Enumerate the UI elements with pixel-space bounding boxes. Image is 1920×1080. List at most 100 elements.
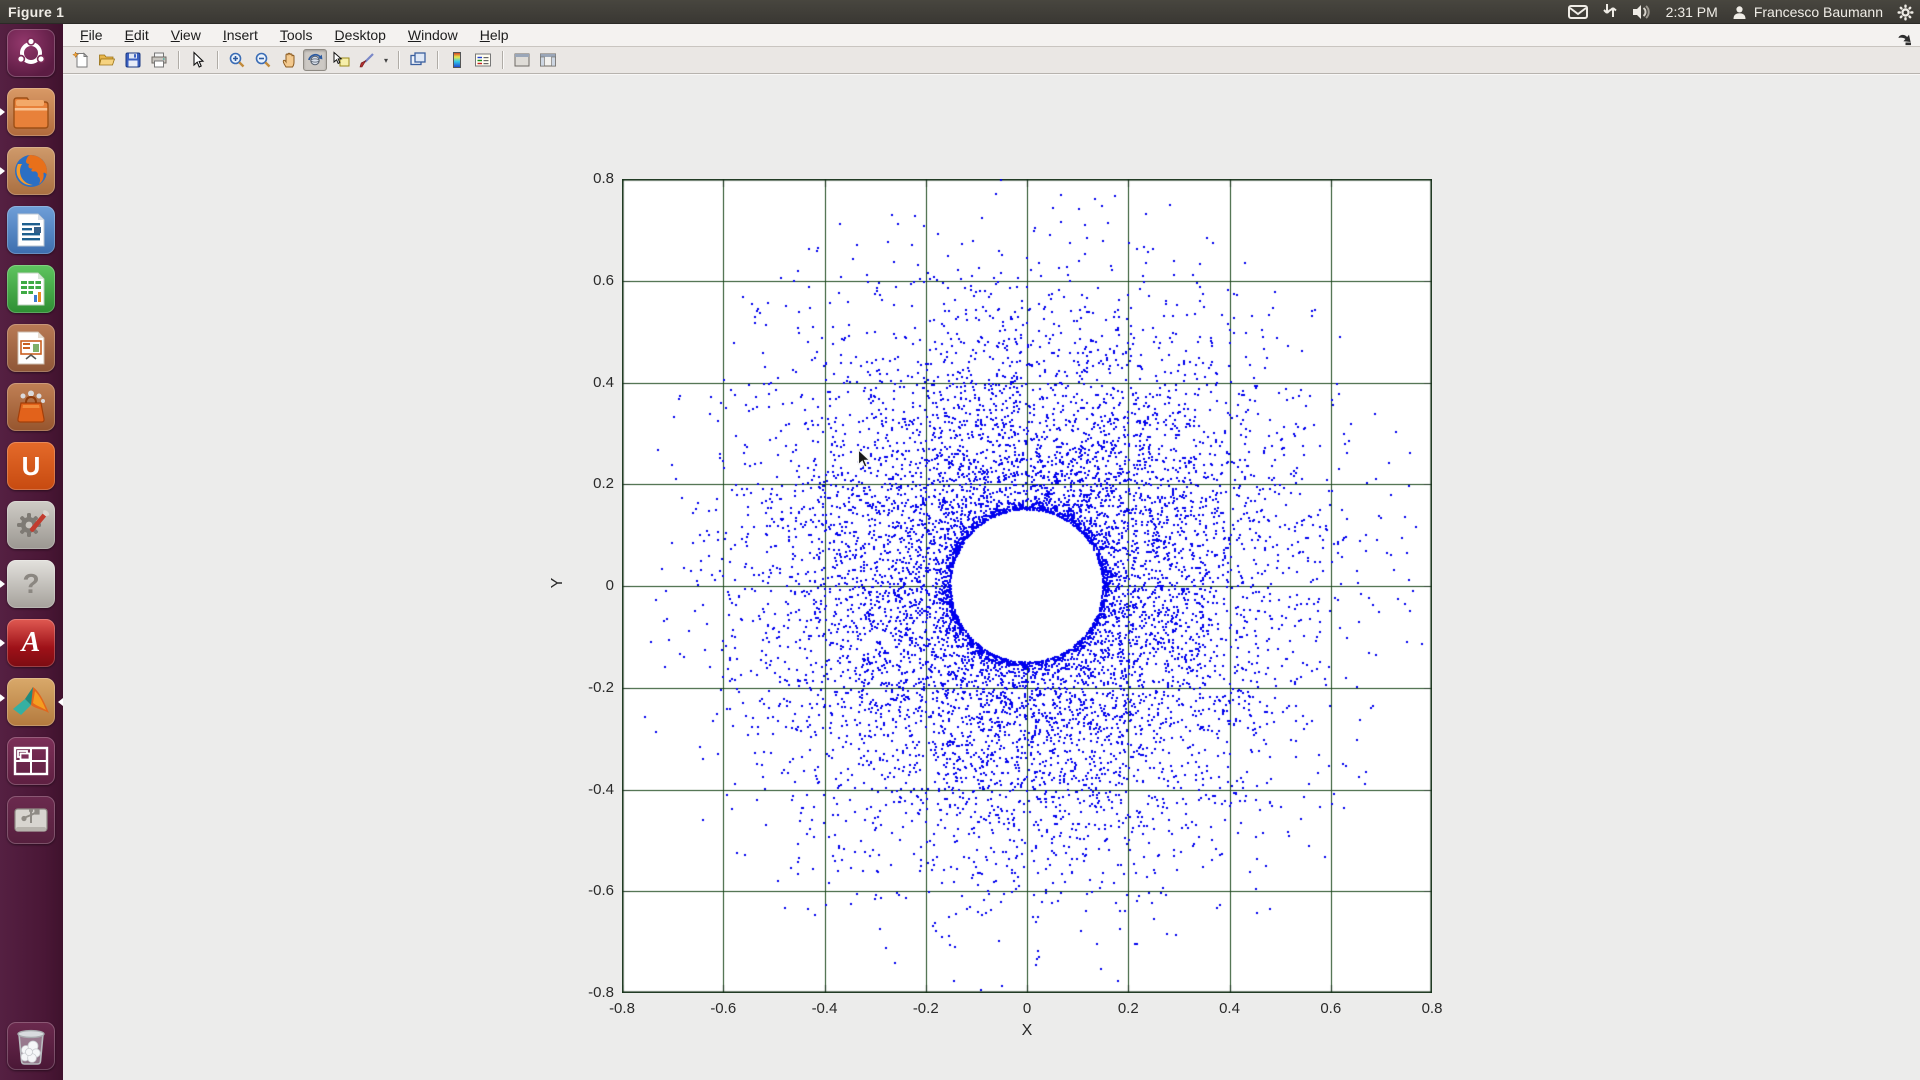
firefox-icon — [12, 152, 50, 190]
sound-indicator[interactable] — [1632, 0, 1652, 24]
menu-desktop[interactable]: Desktop — [324, 25, 397, 45]
launcher-item-system-settings[interactable] — [7, 501, 55, 549]
show-plot-tools-dock-button[interactable] — [536, 49, 560, 71]
menu-window[interactable]: Window — [397, 25, 469, 45]
brush-data-button[interactable] — [355, 49, 379, 71]
software-center-bag-icon — [13, 389, 49, 425]
hide-plot-tools-icon — [513, 51, 531, 69]
open-file-button[interactable] — [95, 49, 119, 71]
launcher-item-trash[interactable] — [7, 1022, 55, 1070]
launcher-item-libreoffice-writer[interactable] — [7, 206, 55, 254]
menu-insert[interactable]: Insert — [212, 25, 269, 45]
pan-button[interactable] — [277, 49, 301, 71]
figure-toolbar: ▾ — [63, 47, 1920, 74]
x-tick-label: 0.6 — [1303, 1000, 1359, 1017]
launcher-item-workspace-switcher[interactable] — [7, 737, 55, 785]
writer-document-icon — [14, 212, 48, 248]
launcher-item-software-center[interactable] — [7, 383, 55, 431]
zoom-out-icon — [254, 51, 272, 69]
toolbar-separator — [178, 51, 179, 69]
plot-axes[interactable] — [622, 179, 1432, 993]
running-pip — [0, 108, 5, 116]
session-gear-icon — [1897, 4, 1914, 21]
desktop: Figure 1 — [0, 0, 1920, 1080]
menu-edit[interactable]: Edit — [114, 25, 160, 45]
zoom-out-button[interactable] — [251, 49, 275, 71]
zoom-in-button[interactable] — [225, 49, 249, 71]
y-tick-label: -0.8 — [562, 984, 614, 1001]
data-cursor-icon — [332, 51, 350, 69]
y-tick-label: 0.6 — [562, 272, 614, 289]
launcher-item-libreoffice-calc[interactable] — [7, 265, 55, 313]
insert-legend-button[interactable] — [471, 49, 495, 71]
brush-dropdown-caret[interactable]: ▾ — [381, 49, 391, 71]
link-plot-button[interactable] — [406, 49, 430, 71]
data-cursor-button[interactable] — [329, 49, 353, 71]
mouse-cursor-icon — [857, 449, 873, 469]
network-indicator[interactable] — [1602, 0, 1618, 24]
usb-drive-icon — [12, 803, 50, 837]
print-figure-button[interactable] — [147, 49, 171, 71]
unity-launcher: U — [0, 24, 63, 1080]
running-pip — [0, 639, 5, 647]
launcher-item-help[interactable]: ? — [7, 560, 55, 608]
volume-icon — [1632, 4, 1652, 20]
x-tick-label: 0.2 — [1100, 1000, 1156, 1017]
insert-colorbar-icon — [448, 51, 466, 69]
running-pip — [0, 694, 5, 702]
hide-plot-tools-button[interactable] — [510, 49, 534, 71]
dock-figure-arrow-icon[interactable] — [1897, 33, 1912, 46]
trash-icon — [11, 1026, 51, 1066]
user-icon — [1732, 5, 1747, 20]
focused-pip — [58, 698, 63, 706]
rotate-3d-button[interactable] — [303, 49, 327, 71]
save-figure-button[interactable] — [121, 49, 145, 71]
launcher-item-firefox[interactable] — [7, 147, 55, 195]
y-tick-label: 0.4 — [562, 374, 614, 391]
ubuntu-dash-icon — [14, 36, 48, 70]
edit-plot-button[interactable] — [186, 49, 210, 71]
menu-view[interactable]: View — [160, 25, 212, 45]
clock-indicator[interactable]: 2:31 PM — [1666, 0, 1718, 24]
mail-indicator[interactable] — [1568, 0, 1588, 24]
menu-tools[interactable]: Tools — [269, 25, 324, 45]
running-pip — [0, 580, 5, 588]
y-tick-label: -0.4 — [562, 781, 614, 798]
printer-icon — [150, 51, 168, 69]
menu-help[interactable]: Help — [469, 25, 520, 45]
y-tick-label: 0.8 — [562, 170, 614, 187]
launcher-item-dash[interactable] — [7, 29, 55, 77]
launcher-item-usb-drive[interactable] — [7, 796, 55, 844]
brush-icon — [358, 51, 376, 69]
toolbar-separator — [502, 51, 503, 69]
insert-colorbar-button[interactable] — [445, 49, 469, 71]
settings-gear-wrench-icon — [12, 506, 50, 544]
x-tick-label: 0 — [999, 1000, 1055, 1017]
show-plot-tools-dock-icon — [539, 51, 557, 69]
workspace-switcher-icon — [13, 746, 49, 776]
user-indicator[interactable]: Francesco Baumann — [1732, 0, 1883, 24]
x-tick-label: 0.8 — [1404, 1000, 1460, 1017]
x-tick-label: -0.2 — [898, 1000, 954, 1017]
menu-file[interactable]: File — [69, 25, 114, 45]
new-figure-button[interactable] — [69, 49, 93, 71]
launcher-item-matlab[interactable] — [7, 678, 55, 726]
x-tick-label: -0.4 — [797, 1000, 853, 1017]
launcher-item-files[interactable] — [7, 88, 55, 136]
toolbar-separator — [398, 51, 399, 69]
session-indicator[interactable] — [1897, 0, 1914, 24]
files-folder-icon — [12, 95, 50, 129]
user-name: Francesco Baumann — [1754, 4, 1883, 20]
save-floppy-icon — [124, 51, 142, 69]
calc-spreadsheet-icon — [14, 271, 48, 307]
y-tick-label: -0.2 — [562, 679, 614, 696]
toolbar-separator — [217, 51, 218, 69]
zoom-in-icon — [228, 51, 246, 69]
unity-top-panel: Figure 1 — [0, 0, 1920, 24]
matlab-icon — [11, 683, 51, 721]
rotate-3d-icon — [306, 51, 324, 69]
launcher-item-adobe-reader[interactable]: A — [7, 619, 55, 667]
launcher-item-ubuntu-one[interactable]: U — [7, 442, 55, 490]
impress-presentation-icon — [14, 330, 48, 366]
launcher-item-libreoffice-impress[interactable] — [7, 324, 55, 372]
